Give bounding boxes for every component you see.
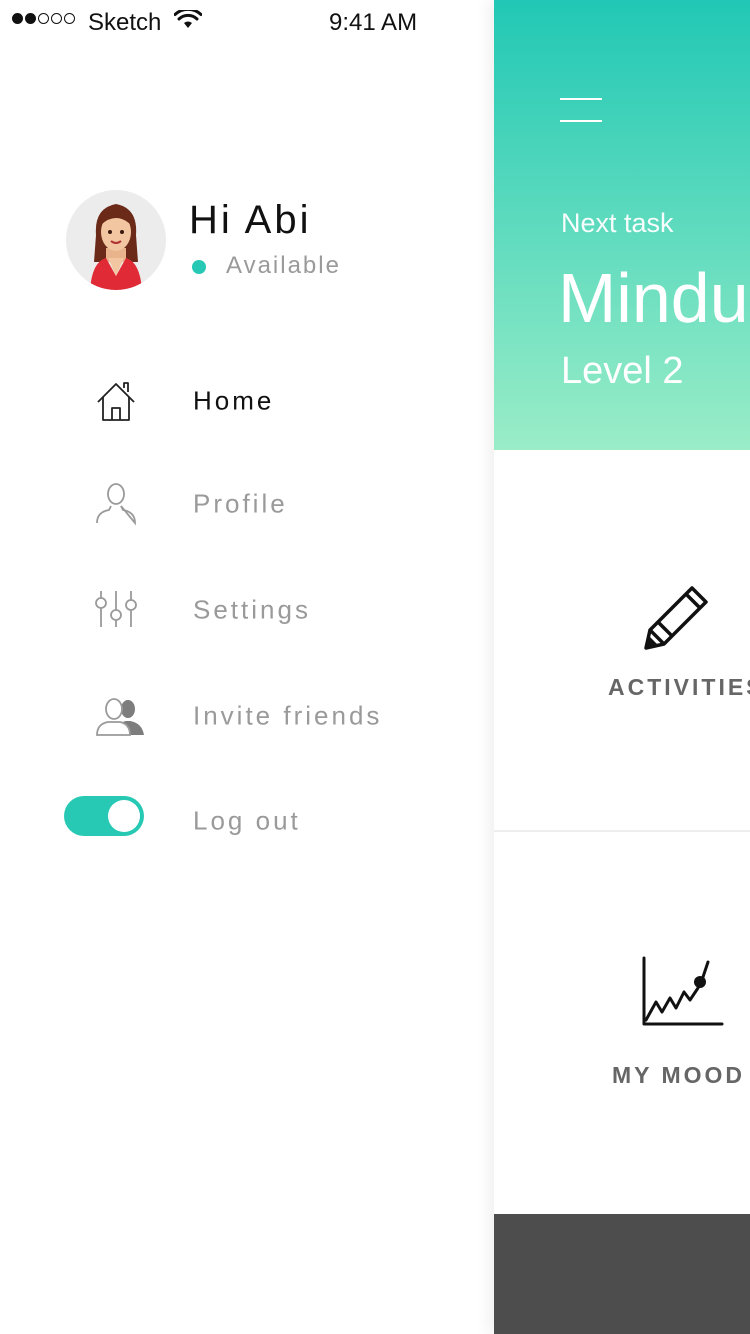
users-icon (96, 698, 144, 736)
menu-item-label: Invite friends (193, 700, 383, 731)
menu-item-label: Home (193, 385, 275, 416)
task-title: Mindu (558, 259, 749, 337)
menu-item-label: Profile (193, 488, 288, 519)
menu-item-home[interactable]: Home (0, 361, 494, 441)
tile-label: MY MOOD (612, 1062, 746, 1088)
avatar[interactable] (66, 190, 166, 290)
user-icon (96, 483, 136, 526)
main-panel[interactable]: Next task Mindu Level 2 ACTIVITIES MY MO… (494, 0, 750, 1334)
status-indicator (192, 260, 206, 274)
status-text: Available (226, 252, 341, 279)
activities-tile[interactable]: ACTIVITIES (494, 450, 750, 832)
menu-item-invite-friends[interactable]: Invite friends (0, 676, 494, 756)
avatar-illustration (66, 190, 166, 290)
task-level: Level 2 (561, 350, 684, 392)
menu-item-label: Log out (193, 805, 301, 836)
greeting: Hi Abi (189, 198, 312, 242)
home-icon (97, 382, 135, 421)
menu-item-label: Settings (193, 594, 311, 625)
menu-item-logout[interactable]: Log out (0, 781, 494, 861)
my-mood-tile[interactable]: MY MOOD (494, 832, 750, 1214)
app-screen: Sketch 9:41 AM Hi Abi Available Home Pro… (0, 0, 750, 1334)
hamburger-menu-icon[interactable] (560, 96, 602, 126)
next-task-label: Next task (561, 208, 674, 238)
pencil-icon (644, 586, 708, 650)
bottom-bar (494, 1214, 750, 1334)
tile-label: ACTIVITIES (608, 674, 750, 700)
line-chart-icon (642, 956, 724, 1026)
side-drawer: Hi Abi Available Home Profile Settings I… (0, 0, 494, 1334)
menu-item-settings[interactable]: Settings (0, 570, 494, 650)
sliders-icon (95, 591, 137, 627)
menu-item-profile[interactable]: Profile (0, 464, 494, 544)
next-task-header[interactable]: Next task Mindu Level 2 (494, 0, 750, 450)
